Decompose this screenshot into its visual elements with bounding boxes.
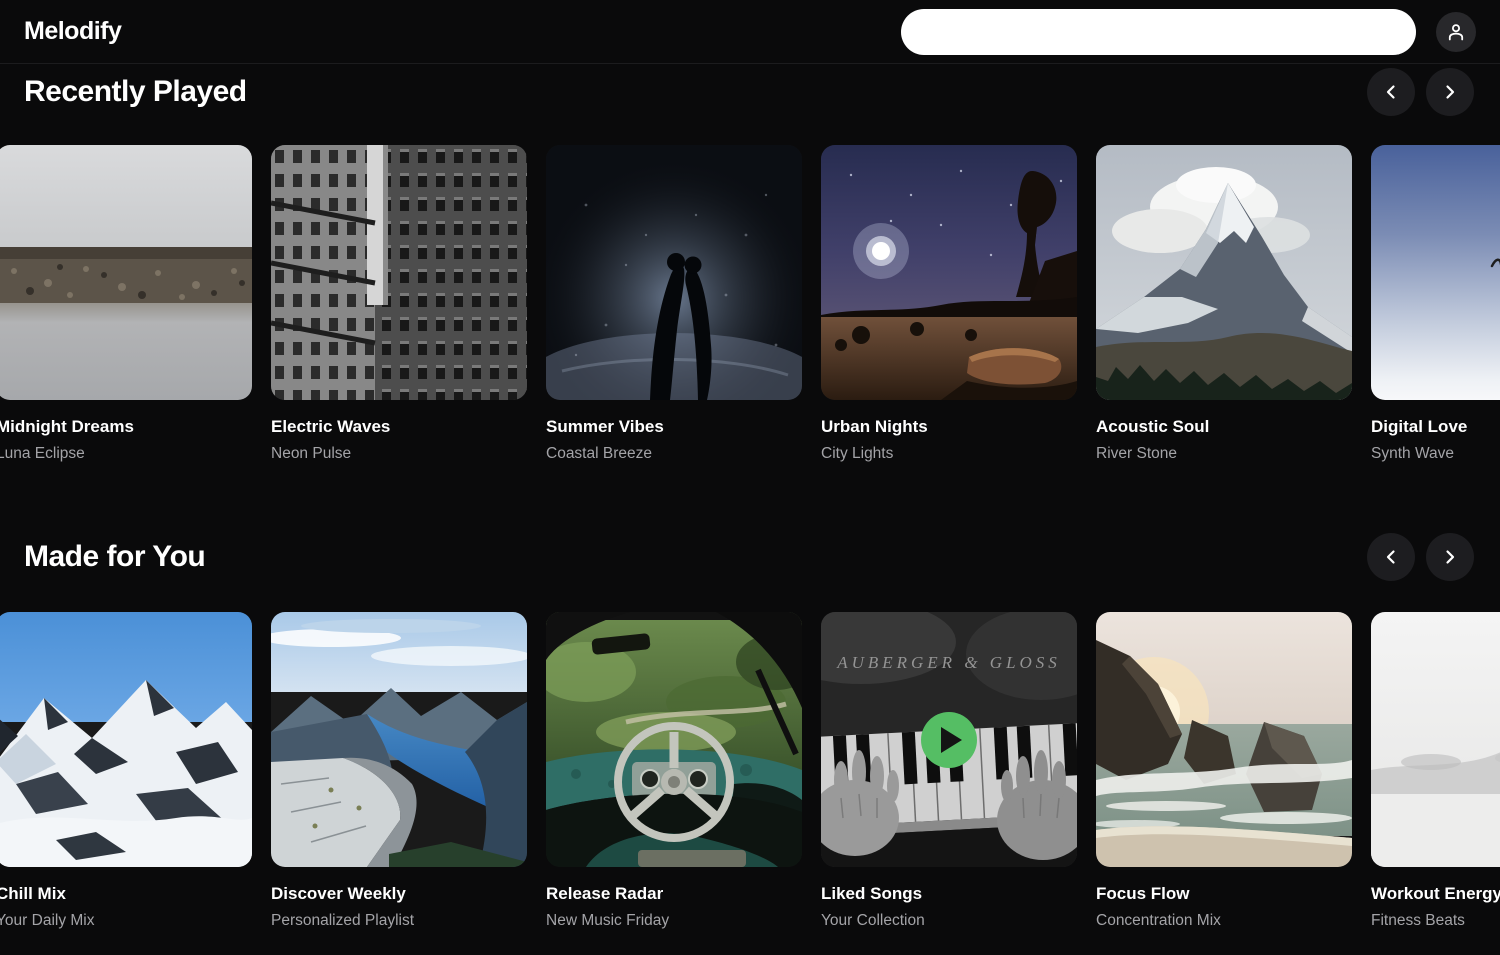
carousel-prev-button[interactable] xyxy=(1367,68,1415,116)
playlist-card[interactable]: Chill Mix Your Daily Mix xyxy=(0,612,252,931)
profile-button[interactable] xyxy=(1436,12,1476,52)
card-row-made-for-you: Chill Mix Your Daily Mix Discover Weekly Pe… xyxy=(0,612,1500,931)
chevron-left-icon xyxy=(1382,548,1400,566)
card-subtitle: Neon Pulse xyxy=(271,444,527,464)
card-title: Focus Flow xyxy=(1096,883,1352,905)
card-subtitle: Synth Wave xyxy=(1371,444,1500,464)
album-art xyxy=(271,612,527,867)
carousel-next-button[interactable] xyxy=(1426,68,1474,116)
card-subtitle: Personalized Playlist xyxy=(271,911,527,931)
playlist-card[interactable]: Digital Love Synth Wave xyxy=(1371,145,1500,464)
playlist-card[interactable]: Urban Nights City Lights xyxy=(821,145,1077,464)
album-art xyxy=(546,145,802,400)
card-row-recently-played: Midnight Dreams Luna Eclipse Electric Wave… xyxy=(0,145,1500,464)
section-header-made-for-you: Made for You xyxy=(0,533,1500,581)
playlist-card[interactable]: Release Radar New Music Friday xyxy=(546,612,802,931)
section-title: Recently Played xyxy=(24,75,247,109)
card-title: Acoustic Soul xyxy=(1096,416,1352,438)
play-button[interactable] xyxy=(921,712,977,768)
card-title: Workout Energy xyxy=(1371,883,1500,905)
card-subtitle: Fitness Beats xyxy=(1371,911,1500,931)
album-art xyxy=(1096,612,1352,867)
album-art xyxy=(271,145,527,400)
card-subtitle: Coastal Breeze xyxy=(546,444,802,464)
album-art xyxy=(1371,612,1500,867)
card-subtitle: River Stone xyxy=(1096,444,1352,464)
svg-text:AUBERGER & GLOSS: AUBERGER & GLOSS xyxy=(836,653,1061,672)
card-subtitle: Your Daily Mix xyxy=(0,911,252,931)
search-input[interactable] xyxy=(901,9,1416,55)
card-title: Summer Vibes xyxy=(546,416,802,438)
album-art xyxy=(1371,145,1500,400)
carousel-controls xyxy=(1367,68,1474,116)
chevron-right-icon xyxy=(1441,83,1459,101)
card-title: Discover Weekly xyxy=(271,883,527,905)
section-title: Made for You xyxy=(24,540,205,574)
playlist-card[interactable]: Discover Weekly Personalized Playlist xyxy=(271,612,527,931)
album-art xyxy=(0,612,252,867)
app-logo: Melodify xyxy=(24,17,121,46)
playlist-card[interactable]: Focus Flow Concentration Mix xyxy=(1096,612,1352,931)
carousel-next-button[interactable] xyxy=(1426,533,1474,581)
card-subtitle: Concentration Mix xyxy=(1096,911,1352,931)
playlist-card[interactable]: Summer Vibes Coastal Breeze xyxy=(546,145,802,464)
section-header-recently-played: Recently Played xyxy=(0,68,1500,116)
card-title: Urban Nights xyxy=(821,416,1077,438)
playlist-card[interactable]: Acoustic Soul River Stone xyxy=(1096,145,1352,464)
playlist-card[interactable]: Electric Waves Neon Pulse xyxy=(271,145,527,464)
card-subtitle: Luna Eclipse xyxy=(0,444,252,464)
card-title: Midnight Dreams xyxy=(0,416,252,438)
playlist-card[interactable]: Midnight Dreams Luna Eclipse xyxy=(0,145,252,464)
play-icon xyxy=(941,727,962,753)
playlist-card[interactable]: Workout Energy Fitness Beats xyxy=(1371,612,1500,931)
album-art xyxy=(1096,145,1352,400)
card-title: Liked Songs xyxy=(821,883,1077,905)
card-title: Electric Waves xyxy=(271,416,527,438)
album-art xyxy=(546,612,802,867)
user-icon xyxy=(1446,22,1466,42)
app-header: Melodify xyxy=(0,0,1500,64)
card-subtitle: Your Collection xyxy=(821,911,1077,931)
card-title: Release Radar xyxy=(546,883,802,905)
chevron-left-icon xyxy=(1382,83,1400,101)
card-title: Digital Love xyxy=(1371,416,1500,438)
carousel-controls xyxy=(1367,533,1474,581)
carousel-prev-button[interactable] xyxy=(1367,533,1415,581)
card-title: Chill Mix xyxy=(0,883,252,905)
chevron-right-icon xyxy=(1441,548,1459,566)
card-subtitle: City Lights xyxy=(821,444,1077,464)
card-subtitle: New Music Friday xyxy=(546,911,802,931)
album-art xyxy=(0,145,252,400)
playlist-card[interactable]: AUBERGER & GLOSS Liked Songs Your Collecti… xyxy=(821,612,1077,931)
album-art xyxy=(821,145,1077,400)
